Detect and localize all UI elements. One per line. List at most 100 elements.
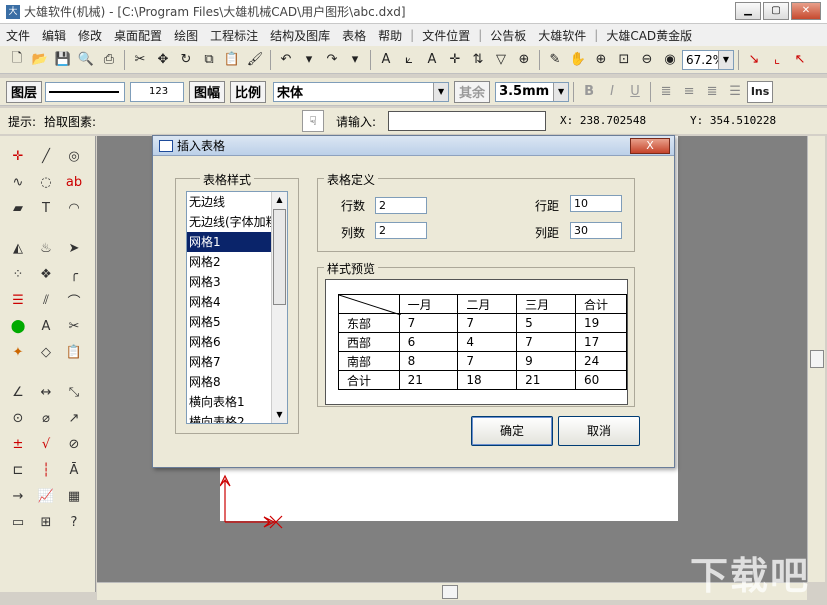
cancel-button[interactable]: 取消 xyxy=(558,416,640,446)
pan-icon[interactable]: ✋ xyxy=(567,49,589,71)
rectangle-icon[interactable]: ▭ xyxy=(5,510,31,534)
font-select[interactable]: 宋体 ▼ xyxy=(273,81,450,102)
stamp-icon[interactable]: ♨ xyxy=(33,236,59,260)
align-center-icon[interactable]: ≡ xyxy=(678,81,700,103)
text-resize-icon[interactable]: A xyxy=(33,314,59,338)
insert-mode-button[interactable]: Ins xyxy=(747,80,774,103)
text-mark-icon[interactable]: А xyxy=(421,49,443,71)
list-item[interactable]: 网格3 xyxy=(187,272,272,292)
spline-icon[interactable]: ∿ xyxy=(5,170,31,194)
scroll-down-icon[interactable]: ▼ xyxy=(272,407,287,423)
eraser-tool-icon[interactable]: ◇ xyxy=(33,340,59,364)
menu-modify[interactable]: 修改 xyxy=(72,27,108,44)
list-item[interactable]: 横向表格2 xyxy=(187,412,272,423)
ok-button[interactable]: 确定 xyxy=(471,416,553,446)
horizontal-dim-icon[interactable]: ↔ xyxy=(33,380,59,404)
radius-dim-icon[interactable]: ⊙ xyxy=(5,406,31,430)
move-text-icon[interactable]: ⇅ xyxy=(467,49,489,71)
style-list-scroll-thumb[interactable] xyxy=(273,209,286,305)
redo-dropdown-icon[interactable]: ▾ xyxy=(344,49,366,71)
help-icon[interactable]: ? xyxy=(61,510,87,534)
zoom-fit-icon[interactable]: ⊡ xyxy=(613,49,635,71)
menu-help[interactable]: 帮助 xyxy=(372,27,408,44)
chevron-down-icon[interactable]: ▼ xyxy=(553,82,569,101)
clipboard-icon[interactable]: 📋 xyxy=(61,340,87,364)
mirror-icon[interactable]: ◭ xyxy=(5,236,31,260)
line-icon[interactable]: ╱ xyxy=(33,144,59,168)
fill-icon[interactable]: ▰ xyxy=(5,196,31,220)
menu-bulletin[interactable]: 公告板 xyxy=(484,27,532,44)
zoom-out-icon[interactable]: ⊖ xyxy=(636,49,658,71)
copy-icon[interactable]: ⧉ xyxy=(198,49,220,71)
circle-icon[interactable]: ◌ xyxy=(33,170,59,194)
diameter-dim-icon[interactable]: ⌀ xyxy=(33,406,59,430)
angle-dim-icon[interactable]: ∠ xyxy=(5,380,31,404)
list-item[interactable]: 网格2 xyxy=(187,252,272,272)
paste-icon[interactable]: 📋 xyxy=(221,49,243,71)
text-style-icon[interactable]: ⟀ xyxy=(398,49,420,71)
maximize-button[interactable]: ▢ xyxy=(763,2,789,20)
style-list-scrollbar[interactable]: ▲ ▼ xyxy=(271,192,287,423)
block-icon[interactable]: ⊞ xyxy=(33,510,59,534)
eraser-icon[interactable]: ✎ xyxy=(544,49,566,71)
snap-icon[interactable]: ✛ xyxy=(444,49,466,71)
tolerance-icon[interactable]: ± xyxy=(5,432,31,456)
zoom-in-icon[interactable]: ⊕ xyxy=(590,49,612,71)
menu-edit[interactable]: 编辑 xyxy=(36,27,72,44)
weld-icon[interactable]: ⊘ xyxy=(61,432,87,456)
circle-radius-icon[interactable]: ◎ xyxy=(61,144,87,168)
align-right-icon[interactable]: ≣ xyxy=(701,81,723,103)
zoom-window-icon[interactable]: ◉ xyxy=(659,49,681,71)
list-item[interactable]: 横向表格1 xyxy=(187,392,272,412)
minimize-button[interactable]: ▁ xyxy=(735,2,761,20)
text-size-select[interactable]: 3.5mm ▼ xyxy=(495,81,570,102)
col-width-input[interactable]: 30 xyxy=(570,222,622,239)
chevron-down-icon[interactable]: ▼ xyxy=(718,50,733,69)
text-icon[interactable]: T xyxy=(33,196,59,220)
undo-dropdown-icon[interactable]: ▾ xyxy=(298,49,320,71)
select-arrow-icon[interactable]: ➤ xyxy=(61,236,87,260)
chamfer-icon[interactable]: ⌒ xyxy=(61,288,87,312)
filter-icon[interactable]: ▽ xyxy=(490,49,512,71)
horizontal-scroll-thumb[interactable] xyxy=(442,585,458,599)
text-ab-icon[interactable]: ab xyxy=(61,170,87,194)
menu-desktop-config[interactable]: 桌面配置 xyxy=(108,27,168,44)
menu-table[interactable]: 表格 xyxy=(336,27,372,44)
brush-icon[interactable]: 🖌 xyxy=(244,49,266,71)
chevron-down-icon[interactable]: ▼ xyxy=(433,82,449,101)
list-item[interactable]: 网格5 xyxy=(187,312,272,332)
menu-gold-edition[interactable]: 大雄CAD黄金版 xyxy=(600,27,698,44)
vertical-scrollbar[interactable] xyxy=(807,136,825,582)
menu-file-location[interactable]: 文件位置 xyxy=(416,27,476,44)
scroll-up-icon[interactable]: ▲ xyxy=(272,192,287,208)
undo-icon[interactable]: ↶ xyxy=(275,49,297,71)
zoom-prev-icon[interactable]: ↘ xyxy=(743,49,765,71)
linetype-select[interactable] xyxy=(45,81,126,102)
list-item[interactable]: 无边线 xyxy=(187,192,272,212)
align-left-icon[interactable]: ≣ xyxy=(655,81,677,103)
linear-dimension-button[interactable]: 123 xyxy=(130,81,185,102)
leader-dim-icon[interactable]: ↗ xyxy=(61,406,87,430)
menu-structure-library[interactable]: 结构及图库 xyxy=(264,27,336,44)
datum-icon[interactable]: ⊏ xyxy=(5,458,31,482)
trim-icon[interactable]: ⫽ xyxy=(33,288,59,312)
print-icon[interactable]: ⎙ xyxy=(98,49,120,71)
text-frame-icon[interactable]: Ā xyxy=(61,458,87,482)
point-icon[interactable]: ✛ xyxy=(5,144,31,168)
zoom-select[interactable]: 67.2% ▼ xyxy=(682,49,734,70)
row-height-input[interactable]: 10 xyxy=(570,195,622,212)
frame-button[interactable]: 图幅 xyxy=(189,80,226,103)
save-icon[interactable]: 💾 xyxy=(52,49,74,71)
aligned-dim-icon[interactable]: ⤡ xyxy=(61,380,87,404)
boolean-icon[interactable]: ⬤ xyxy=(5,314,31,338)
underline-button[interactable]: U xyxy=(624,81,646,103)
rotate-icon[interactable]: ↻ xyxy=(175,49,197,71)
move-icon[interactable]: ✥ xyxy=(152,49,174,71)
cols-input[interactable]: 2 xyxy=(375,222,427,239)
magic-wand-icon[interactable]: ✦ xyxy=(5,340,31,364)
arc-icon[interactable]: ◠ xyxy=(61,196,87,220)
menu-dimension[interactable]: 工程标注 xyxy=(204,27,264,44)
menu-file[interactable]: 文件 xyxy=(0,27,36,44)
arrow-up-left-icon[interactable]: ↖ xyxy=(789,49,811,71)
dialog-close-button[interactable]: X xyxy=(630,138,670,154)
